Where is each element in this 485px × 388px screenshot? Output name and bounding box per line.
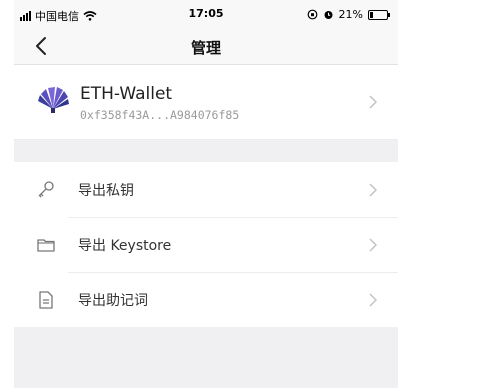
nav-bar: 管理 [14, 30, 398, 65]
battery-percent: 21% [338, 8, 363, 21]
export-private-key-row[interactable]: 导出私钥 [14, 162, 398, 217]
chevron-right-icon [369, 238, 378, 252]
orientation-lock-icon [307, 9, 317, 20]
battery-icon [368, 9, 390, 20]
chevron-right-icon [369, 183, 378, 197]
alarm-icon [324, 11, 333, 19]
chevron-right-icon [369, 95, 378, 109]
export-mnemonic-row[interactable]: 导出助记词 [14, 272, 398, 327]
document-icon [39, 291, 53, 309]
wallet-address: 0xf358f43A...A984076f85 [80, 108, 240, 122]
phone-screen: 中国电信 17:05 21% 管理 ETH-Wallet 0xf358f43A.… [14, 0, 398, 388]
export-keystore-row[interactable]: 导出 Keystore [14, 217, 398, 272]
status-bar: 中国电信 17:05 21% [14, 0, 398, 30]
menu-label: 导出 Keystore [78, 238, 172, 254]
status-right: 21% [307, 8, 390, 21]
export-menu: 导出私钥 导出 Keystore 导出助记词 [14, 162, 398, 327]
wallet-logo-icon [38, 87, 69, 113]
wallet-name: ETH-Wallet [80, 84, 173, 104]
menu-label: 导出私钥 [78, 183, 134, 199]
wallet-card[interactable]: ETH-Wallet 0xf358f43A...A984076f85 [14, 65, 398, 140]
folder-icon [37, 239, 55, 252]
key-icon [38, 181, 54, 198]
chevron-right-icon [369, 293, 378, 307]
page-title: 管理 [190, 39, 221, 57]
menu-label: 导出助记词 [78, 293, 148, 309]
